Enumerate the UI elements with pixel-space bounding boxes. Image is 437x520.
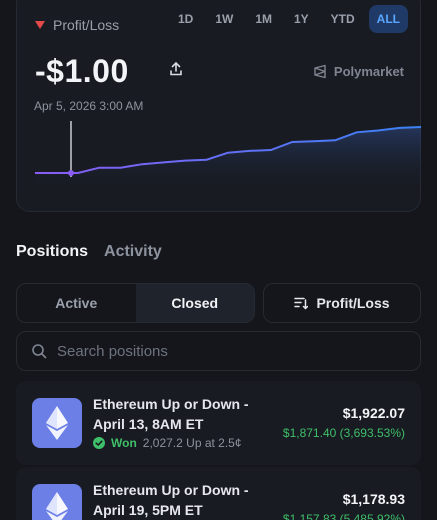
active-button[interactable]: Active [17, 284, 136, 322]
polymarket-logo-icon [314, 64, 326, 79]
tab-activity[interactable]: Activity [104, 243, 162, 261]
search-positions-field[interactable]: Search positions [16, 331, 421, 371]
position-gain: $1,871.40 (3,693.53%) [282, 426, 405, 440]
sort-icon [294, 297, 309, 310]
profit-loss-chart[interactable] [33, 121, 423, 185]
position-title: Ethereum Up or Down - April 19, 5PM ET [93, 482, 249, 518]
position-title: Ethereum Up or Down - April 13, 8AM ET [93, 396, 249, 432]
check-circle-icon [93, 437, 105, 449]
search-placeholder: Search positions [57, 342, 168, 360]
profit-loss-header: Profit/Loss [35, 17, 119, 33]
range-1y[interactable]: 1Y [286, 5, 317, 33]
down-triangle-icon [35, 21, 45, 29]
position-row[interactable]: Ethereum Up or Down - April 13, 8AM ET W… [16, 381, 421, 465]
range-all[interactable]: ALL [368, 5, 408, 33]
position-detail: 2,027.2 Up at 2.5¢ [142, 436, 242, 450]
chart-date-readout: Apr 5, 2026 3:00 AM [34, 99, 144, 113]
range-selector: 1D 1W 1M 1Y YTD ALL [170, 5, 408, 33]
position-amount: $1,922.07 [342, 405, 405, 421]
range-1w[interactable]: 1W [207, 5, 241, 33]
position-status-toggle: Active Closed [16, 283, 255, 323]
profit-loss-value: -$1.00 [35, 53, 129, 89]
closed-button[interactable]: Closed [135, 284, 254, 322]
ethereum-icon [32, 484, 82, 520]
position-row[interactable]: Ethereum Up or Down - April 19, 5PM ET $… [16, 467, 421, 520]
tab-positions[interactable]: Positions [16, 243, 88, 261]
position-amount: $1,178.93 [342, 491, 405, 507]
ethereum-icon [32, 398, 82, 448]
range-1m[interactable]: 1M [247, 5, 280, 33]
range-1d[interactable]: 1D [170, 5, 201, 33]
positions-tabs: Positions Activity [16, 243, 162, 261]
position-outcome: Won [111, 436, 137, 450]
profit-loss-label: Profit/Loss [53, 17, 120, 33]
chart-crosshair-point [68, 170, 74, 176]
range-ytd[interactable]: YTD [323, 5, 363, 33]
share-icon[interactable] [169, 62, 183, 76]
chart-area [35, 127, 421, 185]
position-gain: $1,157.83 (5,485.92%) [282, 512, 405, 520]
search-icon [32, 344, 47, 359]
profit-loss-card: Profit/Loss 1D 1W 1M 1Y YTD ALL -$1.00 P… [16, 0, 423, 212]
polymarket-brand-label: Polymarket [333, 64, 404, 79]
polymarket-brand: Polymarket [313, 64, 404, 79]
sort-label: Profit/Loss [316, 295, 390, 311]
sort-button[interactable]: Profit/Loss [263, 283, 421, 323]
position-status: Won 2,027.2 Up at 2.5¢ [93, 436, 242, 450]
